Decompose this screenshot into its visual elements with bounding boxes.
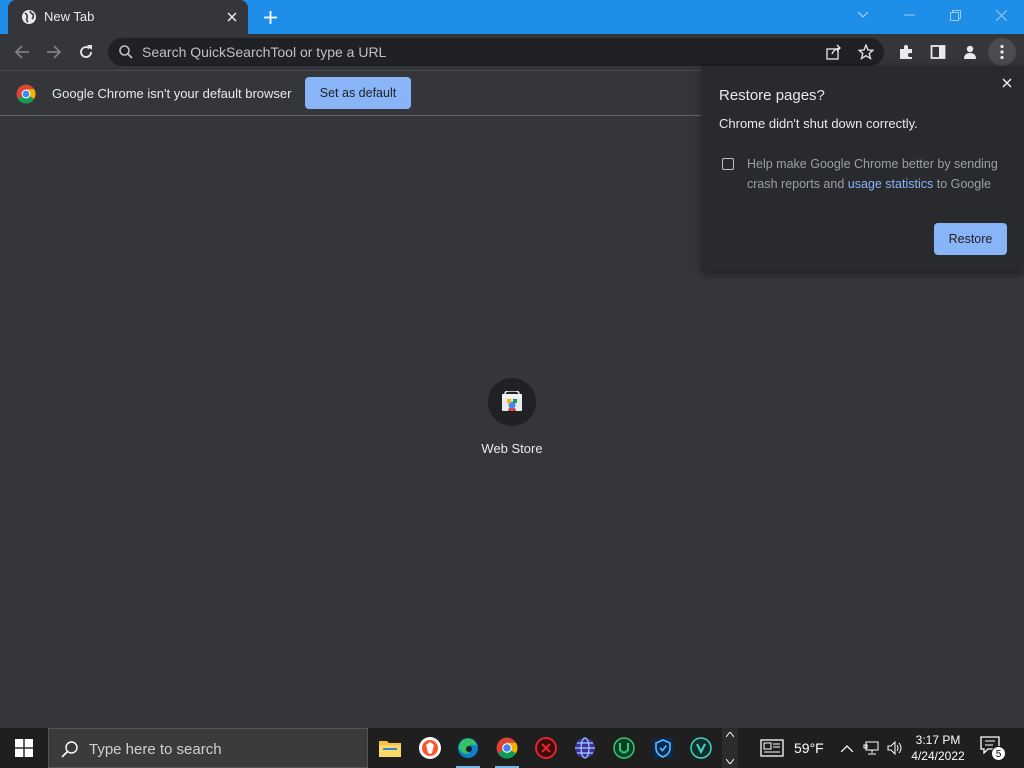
puzzle-icon bbox=[900, 45, 912, 59]
restore-button[interactable]: Restore bbox=[934, 223, 1007, 255]
forward-arrow-icon bbox=[47, 45, 62, 59]
tab-title: New Tab bbox=[44, 9, 95, 24]
chrome-icon[interactable] bbox=[487, 728, 527, 768]
forward-button[interactable] bbox=[40, 38, 68, 66]
share-button[interactable] bbox=[820, 38, 848, 66]
weather-temp: 59°F bbox=[794, 740, 824, 756]
chevron-up-icon bbox=[726, 732, 734, 737]
shortcut-web-store[interactable]: Web Store bbox=[464, 378, 560, 468]
edge-icon[interactable] bbox=[448, 728, 488, 768]
brave-icon[interactable] bbox=[410, 728, 450, 768]
title-bar: New Tab bbox=[0, 0, 1024, 34]
omnibox[interactable] bbox=[108, 38, 884, 66]
tab-new-tab[interactable]: New Tab bbox=[8, 0, 248, 34]
app-v-icon[interactable] bbox=[681, 728, 721, 768]
profile-button[interactable] bbox=[956, 38, 984, 66]
kebab-menu-icon bbox=[1000, 44, 1004, 60]
tab-close-icon[interactable] bbox=[222, 7, 242, 27]
file-explorer-icon[interactable] bbox=[370, 728, 410, 768]
chevron-down-icon bbox=[726, 759, 734, 764]
side-panel-button[interactable] bbox=[924, 38, 952, 66]
clock[interactable]: 3:17 PM 4/24/2022 bbox=[906, 732, 970, 764]
taskbar: Type here to search 59°F 3:17 PM 4/24/20… bbox=[0, 728, 1024, 768]
show-hidden-icons-button[interactable] bbox=[838, 728, 856, 768]
app-globe-icon[interactable] bbox=[565, 728, 605, 768]
restore-window-button[interactable] bbox=[932, 0, 978, 30]
notification-center-button[interactable]: 5 bbox=[980, 736, 1008, 762]
toolbar bbox=[0, 34, 1024, 70]
reload-icon bbox=[80, 45, 92, 58]
infobar-message: Google Chrome isn't your default browser bbox=[52, 86, 292, 101]
new-tab-button[interactable] bbox=[258, 6, 282, 28]
chrome-logo-icon bbox=[16, 84, 36, 104]
minimize-button[interactable] bbox=[886, 0, 932, 30]
set-as-default-button[interactable]: Set as default bbox=[305, 77, 411, 109]
clock-time: 3:17 PM bbox=[915, 733, 961, 747]
tab-search-chevron-icon[interactable] bbox=[840, 0, 886, 30]
person-icon bbox=[964, 45, 976, 59]
chevron-up-icon bbox=[841, 744, 853, 752]
side-panel-icon bbox=[930, 45, 946, 59]
menu-button[interactable] bbox=[988, 38, 1016, 66]
star-icon bbox=[858, 44, 874, 60]
back-button[interactable] bbox=[8, 38, 36, 66]
notification-count-badge: 5 bbox=[991, 746, 1006, 761]
dialog-close-icon[interactable] bbox=[998, 74, 1016, 92]
app-shield-icon[interactable] bbox=[643, 728, 683, 768]
web-store-icon bbox=[502, 391, 522, 411]
crash-reports-checkbox[interactable] bbox=[722, 158, 734, 170]
network-icon[interactable] bbox=[860, 728, 882, 768]
reload-button[interactable] bbox=[72, 38, 100, 66]
clock-date: 4/24/2022 bbox=[911, 749, 965, 763]
usage-statistics-link[interactable]: usage statistics bbox=[848, 177, 933, 191]
taskbar-scroll[interactable] bbox=[722, 728, 738, 768]
share-icon bbox=[826, 44, 841, 60]
volume-icon[interactable] bbox=[884, 728, 906, 768]
bookmark-star-button[interactable] bbox=[852, 38, 880, 66]
shortcut-tile bbox=[488, 378, 536, 426]
taskbar-search-box[interactable]: Type here to search bbox=[48, 728, 368, 768]
dialog-title: Restore pages? bbox=[719, 87, 825, 104]
crash-reports-label: Help make Google Chrome better by sendin… bbox=[747, 157, 998, 191]
start-button[interactable] bbox=[0, 728, 48, 768]
globe-icon bbox=[22, 10, 36, 24]
taskbar-search-placeholder: Type here to search bbox=[89, 741, 222, 758]
restore-pages-dialog: Restore pages? Chrome didn't shut down c… bbox=[702, 66, 1024, 271]
close-window-button[interactable] bbox=[978, 0, 1024, 30]
search-icon bbox=[61, 741, 78, 758]
address-input[interactable] bbox=[142, 38, 802, 66]
news-icon bbox=[760, 739, 784, 757]
back-arrow-icon bbox=[14, 45, 29, 59]
app-red-icon[interactable] bbox=[526, 728, 566, 768]
weather-widget[interactable]: 59°F bbox=[760, 728, 832, 768]
app-u-icon[interactable] bbox=[604, 728, 644, 768]
search-icon bbox=[119, 45, 133, 59]
windows-logo-icon bbox=[15, 739, 33, 757]
extensions-button[interactable] bbox=[892, 38, 920, 66]
shortcut-label: Web Store bbox=[481, 441, 543, 456]
dialog-message: Chrome didn't shut down correctly. bbox=[719, 116, 918, 131]
